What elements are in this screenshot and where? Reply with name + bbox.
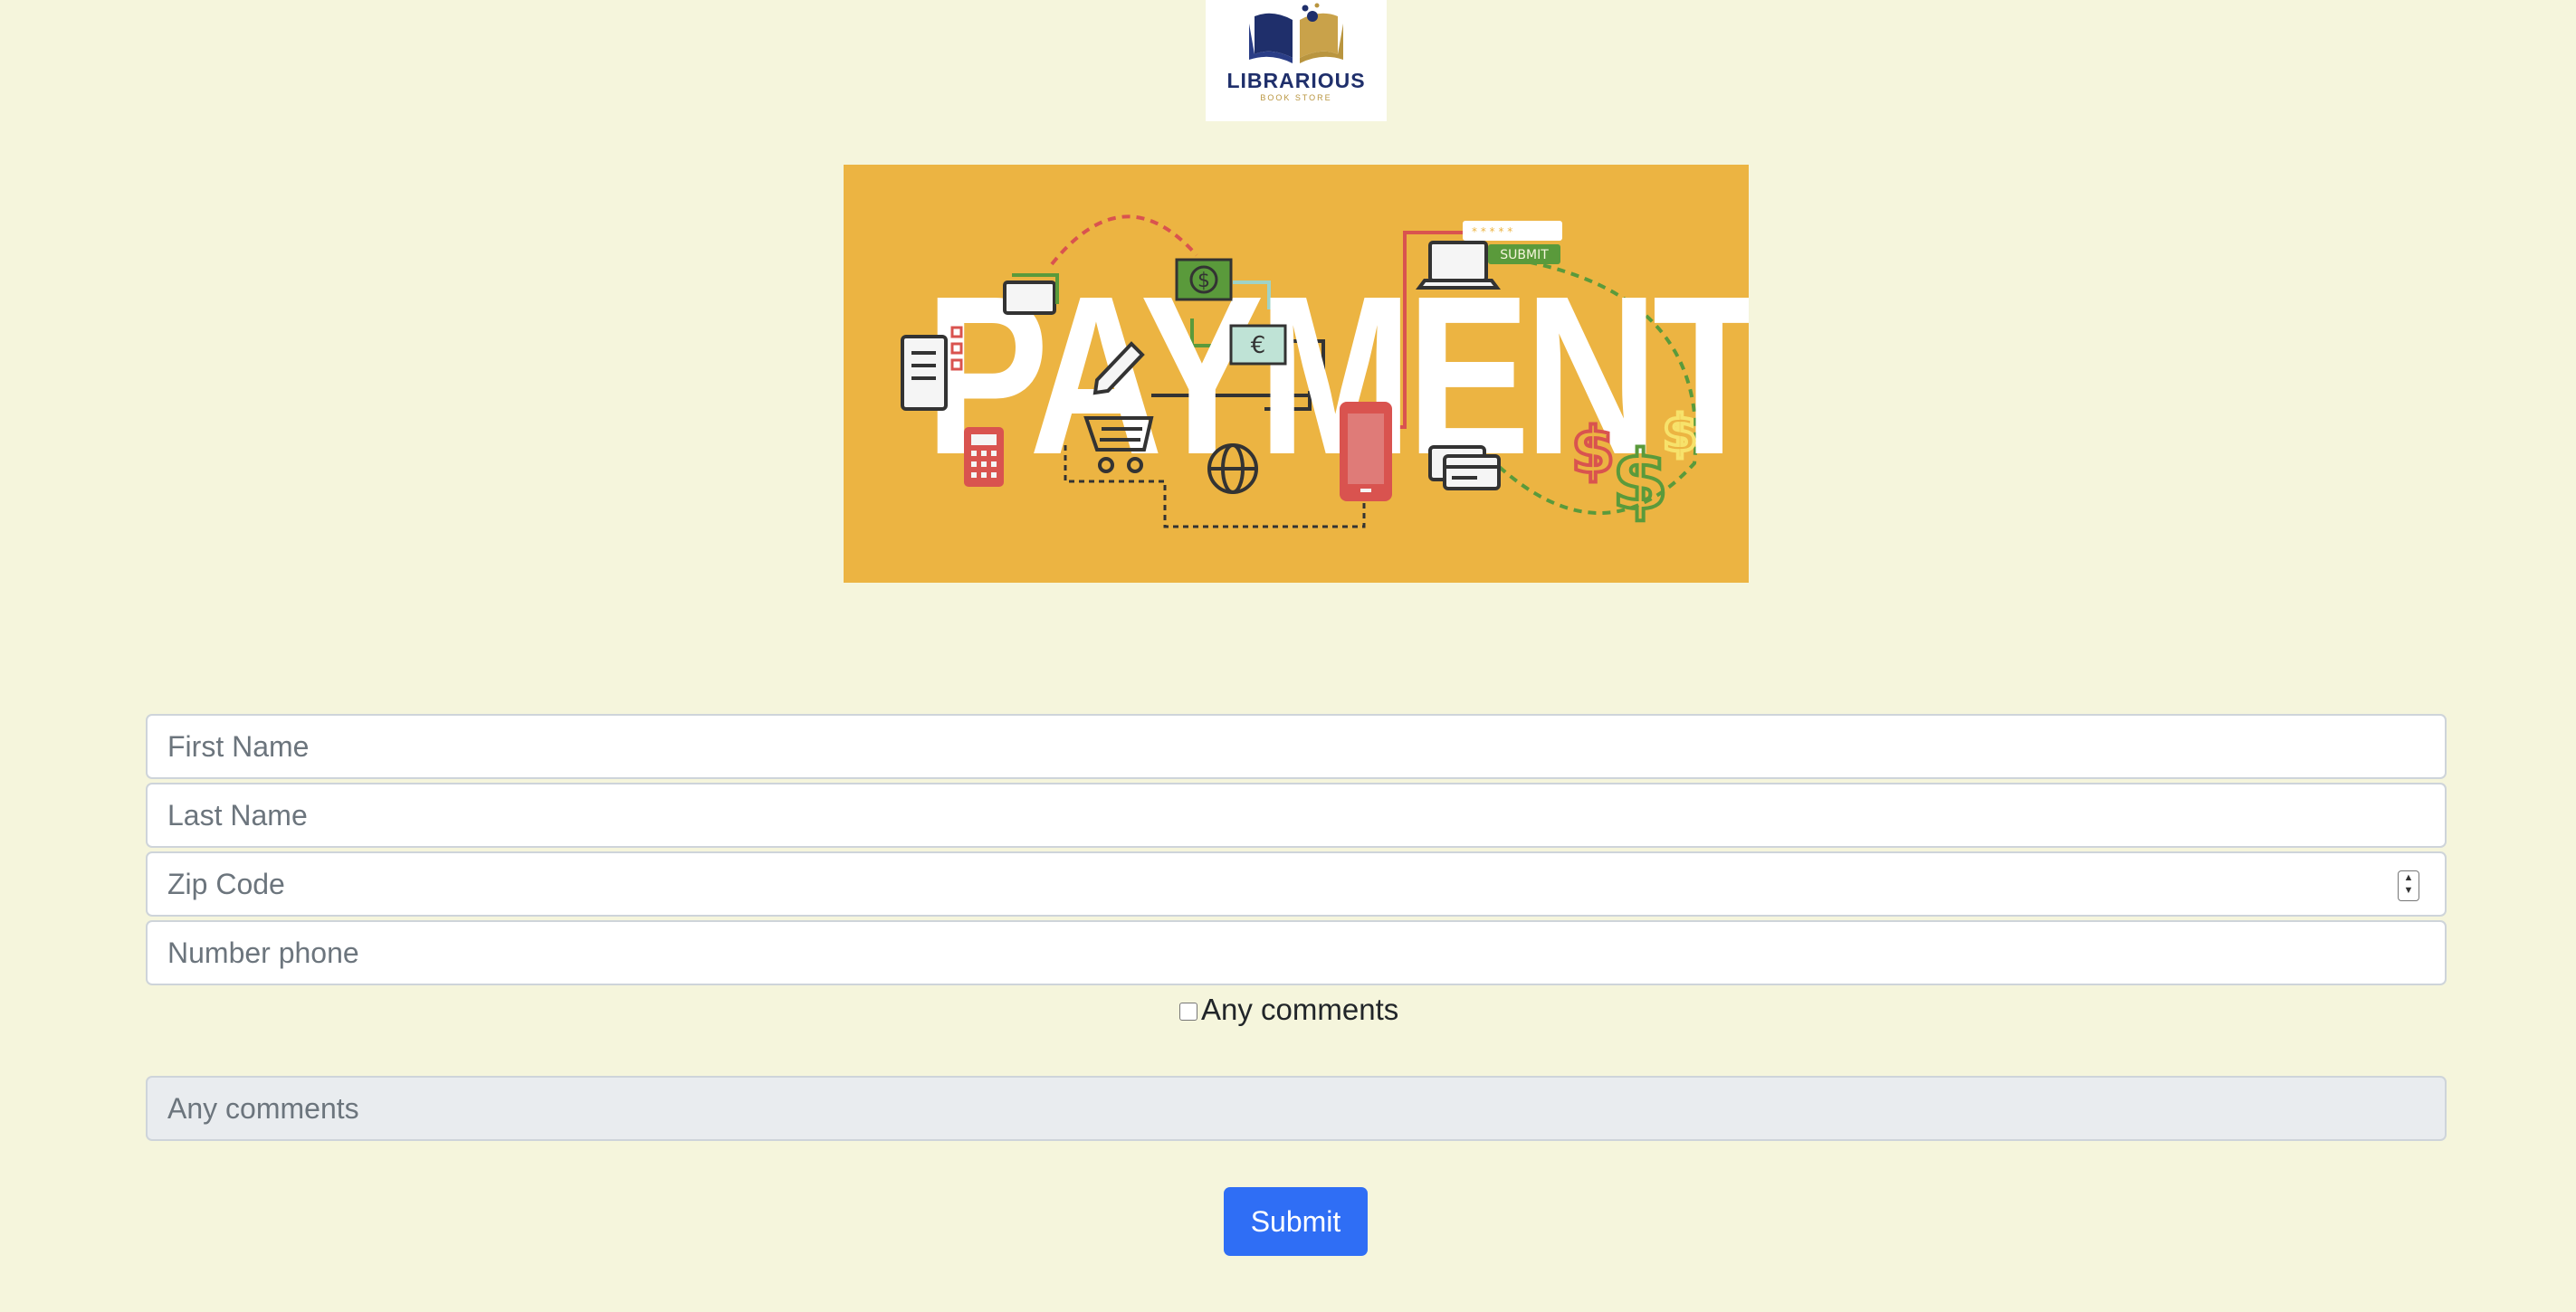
credit-card-icon xyxy=(1428,445,1501,490)
zip-code-input[interactable] xyxy=(146,851,2447,917)
svg-text:* * * * *: * * * * * xyxy=(1472,225,1512,238)
phone-number-input[interactable] xyxy=(146,920,2447,985)
dollar-sign-icon: $ xyxy=(1612,433,1669,528)
zip-code-stepper[interactable]: ▲ ▼ xyxy=(2398,870,2419,901)
euro-bill-icon: € xyxy=(1229,324,1287,366)
comments-checkbox-row: Any comments xyxy=(1179,992,1398,1028)
dollar-sign-icon: $ xyxy=(1663,404,1698,463)
dollar-sign-icon: $ xyxy=(1571,414,1616,488)
svg-text:$: $ xyxy=(1197,270,1210,292)
dollar-bill-icon: $ xyxy=(1175,258,1233,301)
chevron-down-icon[interactable]: ▼ xyxy=(2399,884,2419,897)
submit-button[interactable]: Submit xyxy=(1224,1187,1368,1256)
logo-subtitle: BOOK STORE xyxy=(1260,93,1332,102)
brand-logo: LIBRARIOUS BOOK STORE xyxy=(1206,0,1387,121)
globe-icon xyxy=(1207,443,1258,494)
comments-input xyxy=(146,1076,2447,1141)
open-book-icon xyxy=(1249,3,1343,63)
last-name-input[interactable] xyxy=(146,783,2447,848)
receipt-icon xyxy=(901,335,948,411)
svg-text:€: € xyxy=(1251,332,1266,359)
logo-title: LIBRARIOUS xyxy=(1226,69,1366,92)
payment-banner: PAYMENT $ € * * * * * SUBMIT $ $ $ xyxy=(844,165,1749,583)
smartphone-icon xyxy=(1340,402,1392,501)
chevron-up-icon[interactable]: ▲ xyxy=(2399,871,2419,884)
wallet-icon xyxy=(1003,273,1059,315)
calculator-icon xyxy=(964,427,1004,487)
laptop-icon xyxy=(1416,241,1501,290)
shopping-cart-icon xyxy=(1083,416,1154,473)
comments-checkbox-label[interactable]: Any comments xyxy=(1201,993,1398,1027)
comments-checkbox[interactable] xyxy=(1179,1003,1197,1021)
pencil-icon xyxy=(1092,341,1145,395)
submit-badge-icon: SUBMIT xyxy=(1488,244,1560,264)
first-name-input[interactable] xyxy=(146,714,2447,779)
banner-submit-text: SUBMIT xyxy=(1500,248,1549,262)
